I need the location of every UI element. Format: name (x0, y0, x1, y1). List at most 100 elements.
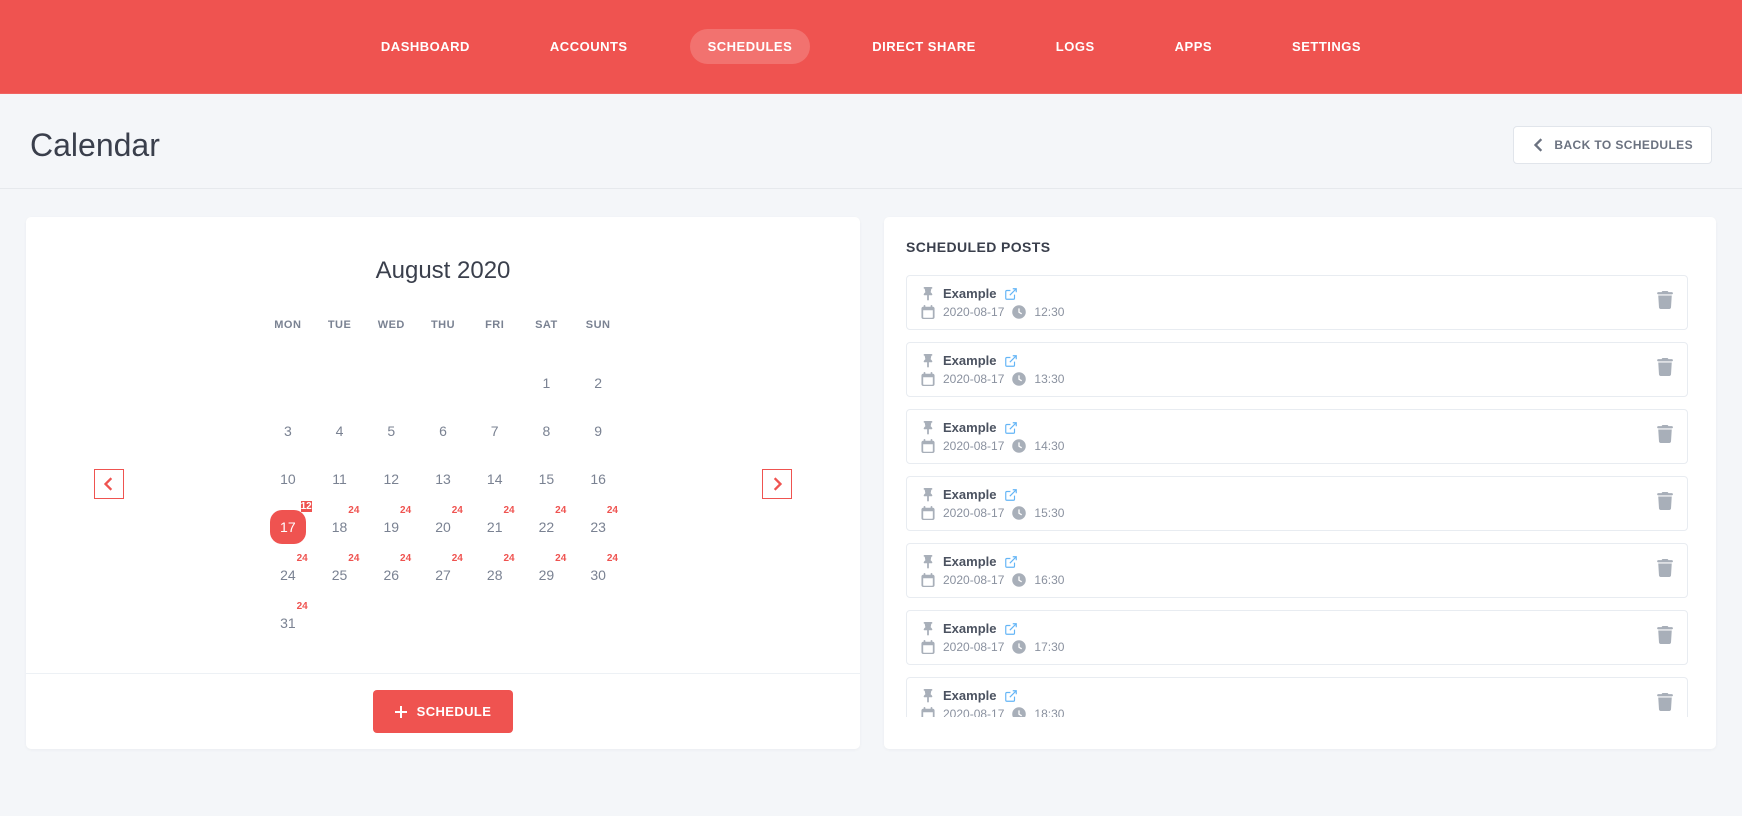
scheduled-post-item[interactable]: Example2020-08-1712:30 (906, 275, 1688, 330)
post-date: 2020-08-17 (943, 305, 1004, 319)
calendar-day-number: 19 (383, 519, 399, 535)
calendar-day-count-badge: 12 (301, 501, 312, 512)
calendar-day-number: 30 (590, 567, 606, 583)
calendar-day[interactable]: 13 (417, 455, 469, 503)
clock-icon (1012, 506, 1026, 520)
calendar-day[interactable]: 15 (521, 455, 573, 503)
post-item-content: Example2020-08-1717:30 (921, 621, 1064, 654)
nav-item-schedules[interactable]: SCHEDULES (690, 29, 811, 64)
post-date: 2020-08-17 (943, 707, 1004, 717)
calendar-day[interactable]: 8 (521, 407, 573, 455)
schedule-button-label: SCHEDULE (417, 704, 492, 719)
nav-item-apps[interactable]: APPS (1157, 29, 1230, 64)
delete-post-button[interactable] (1657, 626, 1673, 649)
calendar-day-number: 13 (435, 471, 451, 487)
calendar-grid: MONTUEWEDTHUFRISATSUN1234567891011121314… (262, 319, 624, 647)
back-button-label: BACK TO SCHEDULES (1554, 138, 1693, 152)
calendar-day[interactable]: 6 (417, 407, 469, 455)
calendar-day-count-badge: 24 (297, 601, 308, 612)
scheduled-post-item[interactable]: Example2020-08-1715:30 (906, 476, 1688, 531)
delete-post-button[interactable] (1657, 358, 1673, 381)
nav-item-dashboard[interactable]: DASHBOARD (363, 29, 488, 64)
calendar-icon (921, 707, 935, 717)
calendar-day[interactable]: 4 (314, 407, 366, 455)
calendar-day[interactable]: 2824 (469, 551, 521, 599)
back-to-schedules-button[interactable]: BACK TO SCHEDULES (1513, 126, 1712, 164)
delete-post-button[interactable] (1657, 492, 1673, 515)
calendar-day[interactable]: 2524 (314, 551, 366, 599)
scheduled-post-item[interactable]: Example2020-08-1714:30 (906, 409, 1688, 464)
calendar-day[interactable]: 12 (365, 455, 417, 503)
delete-post-button[interactable] (1657, 559, 1673, 582)
calendar-day[interactable]: 5 (365, 407, 417, 455)
calendar-weekday-header: THU (417, 319, 469, 359)
calendar-prev-button[interactable] (94, 469, 124, 499)
calendar-day-number: 3 (284, 423, 292, 439)
nav-item-accounts[interactable]: ACCOUNTS (532, 29, 646, 64)
calendar-footer: SCHEDULE (26, 673, 860, 749)
calendar-day[interactable]: 2624 (365, 551, 417, 599)
calendar-day-number: 16 (590, 471, 606, 487)
calendar-day[interactable]: 2724 (417, 551, 469, 599)
calendar-day-number: 24 (280, 567, 296, 583)
calendar-day[interactable]: 2424 (262, 551, 314, 599)
external-link-icon[interactable] (1004, 555, 1018, 569)
external-link-icon[interactable] (1004, 287, 1018, 301)
calendar-icon (921, 372, 935, 386)
calendar-day-count-badge: 24 (607, 553, 618, 564)
delete-post-button[interactable] (1657, 693, 1673, 716)
calendar-day[interactable]: 3124 (262, 599, 314, 647)
calendar-day-count-badge: 24 (607, 505, 618, 516)
calendar-day[interactable]: 2324 (572, 503, 624, 551)
delete-post-button[interactable] (1657, 425, 1673, 448)
calendar-day[interactable]: 9 (572, 407, 624, 455)
calendar-day[interactable]: 1712 (262, 503, 314, 551)
pin-icon (921, 354, 935, 368)
post-item-content: Example2020-08-1712:30 (921, 286, 1064, 319)
calendar-day-count-badge: 24 (400, 553, 411, 564)
calendar-day[interactable]: 3 (262, 407, 314, 455)
nav-item-direct-share[interactable]: DIRECT SHARE (854, 29, 994, 64)
delete-post-button[interactable] (1657, 291, 1673, 314)
calendar-day[interactable]: 1824 (314, 503, 366, 551)
scheduled-post-item[interactable]: Example2020-08-1718:30 (906, 677, 1688, 717)
external-link-icon[interactable] (1004, 421, 1018, 435)
external-link-icon[interactable] (1004, 354, 1018, 368)
calendar-day[interactable]: 1 (521, 359, 573, 407)
calendar-day[interactable]: 1924 (365, 503, 417, 551)
calendar-day[interactable]: 10 (262, 455, 314, 503)
schedule-button[interactable]: SCHEDULE (373, 690, 514, 733)
calendar-day[interactable]: 2124 (469, 503, 521, 551)
calendar-day[interactable]: 2924 (521, 551, 573, 599)
post-time: 13:30 (1034, 372, 1064, 386)
post-item-content: Example2020-08-1714:30 (921, 420, 1064, 453)
clock-icon (1012, 573, 1026, 587)
nav-item-logs[interactable]: LOGS (1038, 29, 1113, 64)
calendar-day[interactable]: 14 (469, 455, 521, 503)
calendar-day[interactable]: 2024 (417, 503, 469, 551)
pin-icon (921, 421, 935, 435)
calendar-day-count-badge: 24 (297, 553, 308, 564)
calendar-day[interactable]: 2 (572, 359, 624, 407)
scheduled-posts-list[interactable]: Example2020-08-1712:30 Example2020-08-171… (884, 275, 1716, 717)
calendar-day (262, 359, 314, 407)
calendar-weekday-header: SAT (521, 319, 573, 359)
external-link-icon[interactable] (1004, 488, 1018, 502)
calendar-day[interactable]: 11 (314, 455, 366, 503)
nav-item-settings[interactable]: SETTINGS (1274, 29, 1379, 64)
calendar-day[interactable]: 3024 (572, 551, 624, 599)
external-link-icon[interactable] (1004, 689, 1018, 703)
scheduled-post-item[interactable]: Example2020-08-1716:30 (906, 543, 1688, 598)
scheduled-post-item[interactable]: Example2020-08-1713:30 (906, 342, 1688, 397)
calendar-day-count-badge: 24 (555, 505, 566, 516)
scheduled-posts-card: SCHEDULED POSTS Example2020-08-1712:30Ex… (884, 217, 1716, 749)
calendar-next-button[interactable] (762, 469, 792, 499)
calendar-day-number: 20 (435, 519, 451, 535)
calendar-day[interactable]: 16 (572, 455, 624, 503)
scheduled-post-item[interactable]: Example2020-08-1717:30 (906, 610, 1688, 665)
calendar-day-count-badge: 24 (452, 553, 463, 564)
post-date: 2020-08-17 (943, 439, 1004, 453)
calendar-day[interactable]: 2224 (521, 503, 573, 551)
external-link-icon[interactable] (1004, 622, 1018, 636)
calendar-day[interactable]: 7 (469, 407, 521, 455)
